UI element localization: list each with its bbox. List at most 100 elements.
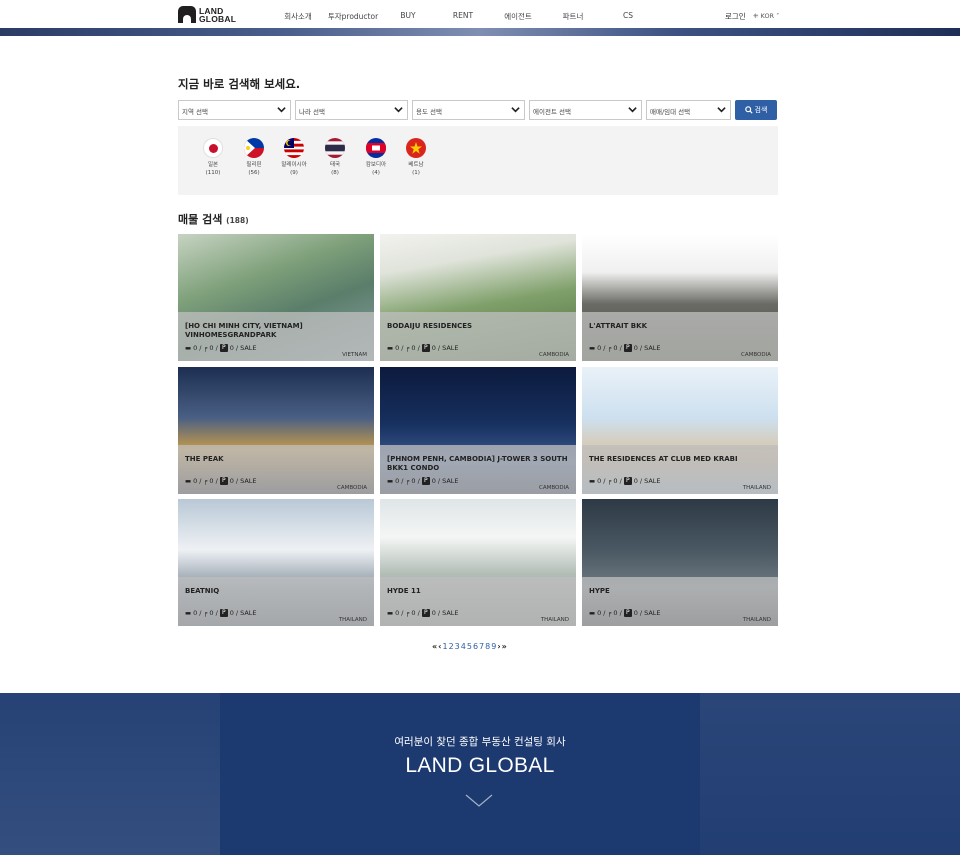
vietnam-flag-icon bbox=[406, 138, 426, 158]
property-country: VIETNAM bbox=[342, 352, 367, 358]
nav-item-cs[interactable]: CS bbox=[623, 11, 633, 20]
separator: / bbox=[215, 609, 218, 617]
separator: / bbox=[199, 344, 202, 352]
agent-select[interactable]: 에이전트 선택 bbox=[529, 100, 642, 120]
property-country: CAMBODIA bbox=[741, 352, 771, 358]
separator: / bbox=[619, 609, 622, 617]
property-country: THAILAND bbox=[338, 617, 367, 623]
region-select[interactable]: 지역 선택 bbox=[178, 100, 291, 120]
language-selector[interactable]: ⁜ KOR ˅ bbox=[753, 12, 779, 20]
property-card[interactable]: BODAIJU RESIDENCES ▬ 0/┍ 0/P 0/SALE CAMBODIA bbox=[380, 234, 576, 361]
bath-count: 0 bbox=[411, 609, 416, 617]
country-select[interactable]: 나라 선택 bbox=[295, 100, 408, 120]
page-link[interactable]: 2 bbox=[449, 642, 454, 651]
search-button[interactable]: 검색 bbox=[735, 100, 777, 120]
parking-count: 0 bbox=[633, 344, 638, 352]
bed-icon: ▬ bbox=[589, 344, 596, 352]
parking-count: 0 bbox=[633, 609, 638, 617]
property-card[interactable]: THE RESIDENCES AT CLUB MED KRABI ▬ 0/┍ 0/P 0… bbox=[582, 367, 778, 494]
country-count: (8) bbox=[331, 170, 339, 176]
bath-count: 0 bbox=[411, 344, 416, 352]
separator: / bbox=[235, 344, 239, 352]
parking-icon: P bbox=[421, 344, 430, 352]
property-country: THAILAND bbox=[742, 617, 771, 623]
bed-count: 0 bbox=[193, 477, 198, 485]
separator: / bbox=[437, 344, 441, 352]
property-card[interactable]: THE PEAK ▬ 0/┍ 0/P 0/SALE CAMBODIA bbox=[178, 367, 374, 494]
pagination: « ‹ 1 2 3 4 5 6 7 8 9 › » bbox=[432, 642, 507, 651]
country-count: (1) bbox=[412, 170, 420, 176]
deal-type-select-value: 매매/임대 선택 bbox=[650, 108, 691, 116]
property-stats: ▬ 0/┍ 0/P 0/SALE bbox=[387, 609, 459, 617]
separator: / bbox=[639, 477, 643, 485]
page-link[interactable]: 5 bbox=[467, 642, 472, 651]
country-filter-malaysia[interactable]: 말레이시아 (9) bbox=[274, 138, 314, 177]
bath-icon: ┍ bbox=[203, 477, 208, 485]
bath-count: 0 bbox=[411, 477, 416, 485]
country-filter-japan[interactable]: 일본 (110) bbox=[193, 138, 233, 177]
country-filter-cambodia[interactable]: 캄보디아 (4) bbox=[356, 138, 396, 177]
parking-icon: P bbox=[623, 609, 632, 617]
property-name: [PHNOM PENH, CAMBODIA] J-TOWER 3 SOUTH B… bbox=[387, 455, 568, 472]
page-link[interactable]: 8 bbox=[485, 642, 490, 651]
prev-page-arrow[interactable]: ‹ bbox=[438, 642, 441, 651]
page-link[interactable]: 3 bbox=[455, 642, 460, 651]
nav-item-company[interactable]: 회사소개 bbox=[284, 11, 312, 22]
deal-type: SALE bbox=[240, 609, 257, 617]
page-link[interactable]: 4 bbox=[461, 642, 466, 651]
deal-type-select[interactable]: 매매/임대 선택 bbox=[646, 100, 731, 120]
parking-icon: P bbox=[623, 477, 632, 485]
nav-item-agent[interactable]: 에이전트 bbox=[504, 11, 532, 22]
property-card[interactable]: HYPE ▬ 0/┍ 0/P 0/SALE THAILAND bbox=[582, 499, 778, 626]
nav-item-rent[interactable]: RENT bbox=[453, 11, 473, 20]
property-name: BEATNIQ bbox=[185, 587, 220, 595]
parking-icon: P bbox=[219, 477, 228, 485]
parking-count: 0 bbox=[229, 609, 234, 617]
page-link[interactable]: 7 bbox=[479, 642, 484, 651]
page-link[interactable]: 6 bbox=[473, 642, 478, 651]
globe-icon: ⁜ bbox=[753, 12, 759, 20]
first-page-arrow[interactable]: « bbox=[432, 642, 437, 651]
property-card[interactable]: [HO CHI MINH CITY, VIETNAM] VINHOMESGRAN… bbox=[178, 234, 374, 361]
login-link[interactable]: 로그인 bbox=[725, 11, 746, 22]
chevron-down-icon bbox=[277, 107, 286, 113]
property-stats: ▬ 0/┍ 0/P 0/SALE bbox=[589, 477, 661, 485]
page-link[interactable]: 1 bbox=[442, 642, 447, 651]
nav-item-investment[interactable]: 투자productor bbox=[328, 11, 378, 22]
nav-item-partner[interactable]: 파트너 bbox=[563, 11, 584, 22]
property-card[interactable]: BEATNIQ ▬ 0/┍ 0/P 0/SALE THAILAND bbox=[178, 499, 374, 626]
separator: / bbox=[437, 477, 441, 485]
parking-icon: P bbox=[219, 609, 228, 617]
country-count: (56) bbox=[248, 170, 260, 176]
parking-count: 0 bbox=[229, 477, 234, 485]
property-card[interactable]: [PHNOM PENH, CAMBODIA] J-TOWER 3 SOUTH B… bbox=[380, 367, 576, 494]
country-filter-philippines[interactable]: 필리핀 (56) bbox=[234, 138, 274, 177]
country-count: (9) bbox=[290, 170, 298, 176]
property-name: THE RESIDENCES AT CLUB MED KRABI bbox=[589, 455, 738, 463]
nav-item-buy[interactable]: BUY bbox=[400, 11, 415, 20]
property-card[interactable]: HYDE 11 ▬ 0/┍ 0/P 0/SALE THAILAND bbox=[380, 499, 576, 626]
region-select-value: 지역 선택 bbox=[182, 108, 208, 116]
parking-icon: P bbox=[219, 344, 228, 352]
property-name: HYDE 11 bbox=[387, 587, 421, 595]
chevron-down-icon[interactable] bbox=[465, 794, 493, 808]
usage-select[interactable]: 용도 선택 bbox=[412, 100, 525, 120]
bed-count: 0 bbox=[395, 344, 400, 352]
country-filter-thailand[interactable]: 태국 (8) bbox=[315, 138, 355, 177]
country-filter-vietnam[interactable]: 베트남 (1) bbox=[396, 138, 436, 177]
agent-select-value: 에이전트 선택 bbox=[533, 108, 571, 116]
last-page-arrow[interactable]: » bbox=[502, 642, 507, 651]
bed-icon: ▬ bbox=[589, 609, 596, 617]
bed-count: 0 bbox=[597, 344, 602, 352]
listings-count: (188) bbox=[226, 216, 249, 225]
next-page-arrow[interactable]: › bbox=[497, 642, 500, 651]
chevron-down-icon bbox=[628, 107, 637, 113]
separator: / bbox=[437, 609, 441, 617]
property-card[interactable]: L'ATTRAIT BKK ▬ 0/┍ 0/P 0/SALE CAMBODIA bbox=[582, 234, 778, 361]
bath-count: 0 bbox=[613, 477, 618, 485]
bed-icon: ▬ bbox=[387, 609, 394, 617]
country-name: 베트남 bbox=[408, 162, 424, 168]
page-link[interactable]: 9 bbox=[491, 642, 496, 651]
hero-banner-strip bbox=[0, 28, 960, 36]
separator: / bbox=[603, 344, 606, 352]
